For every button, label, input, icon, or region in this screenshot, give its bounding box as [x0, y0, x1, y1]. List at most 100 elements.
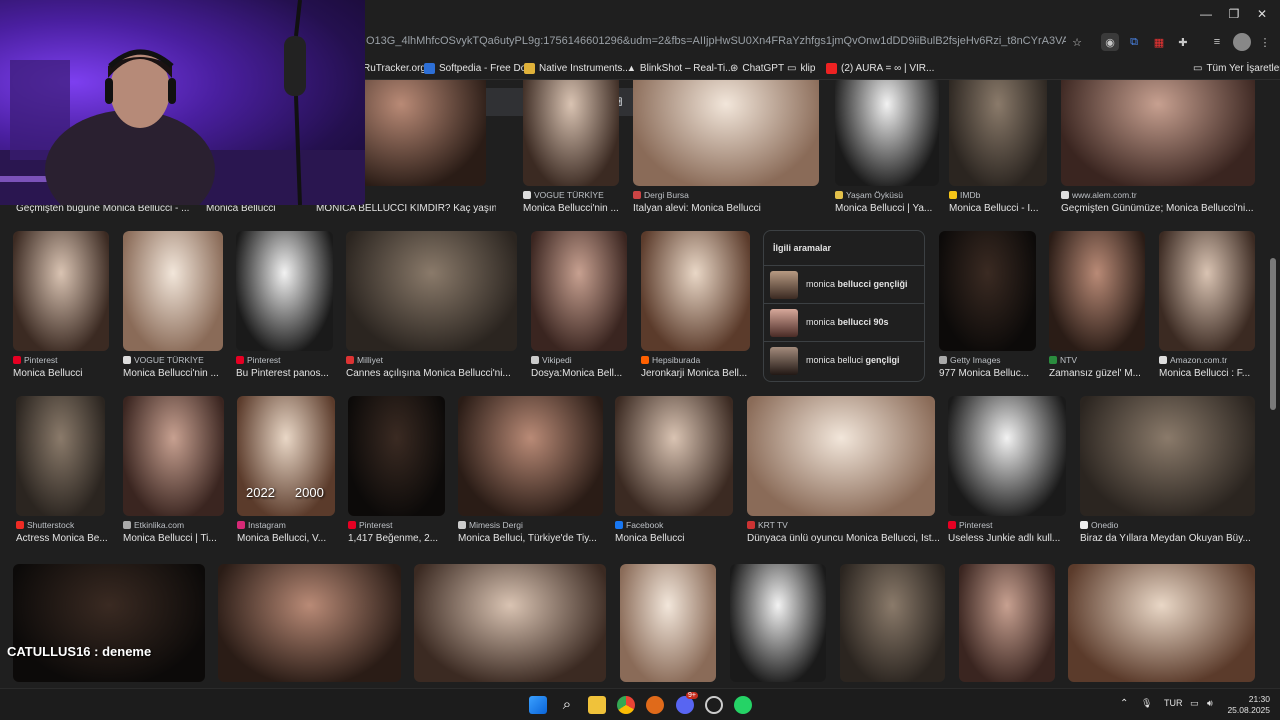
result-title[interactable]: Bu Pinterest panos... — [236, 368, 343, 379]
result-title[interactable]: Monica Belluci, Türkiye'de Tiy... — [458, 533, 613, 544]
result-source[interactable]: Mimesis Dergi — [458, 520, 523, 530]
result-source[interactable]: www.alem.com.tr — [1061, 190, 1137, 200]
result-source[interactable]: Instagram — [237, 520, 286, 530]
result-thumbnail[interactable] — [1068, 564, 1255, 682]
result-thumbnail[interactable] — [730, 564, 826, 682]
star-icon[interactable]: ☆ — [1068, 33, 1086, 51]
result-thumbnail[interactable] — [641, 231, 750, 351]
result-thumbnail[interactable] — [1061, 80, 1255, 186]
file-explorer-icon[interactable] — [588, 696, 606, 714]
bookmark-item[interactable]: ▲ BlinkShot – Real-Ti... — [627, 60, 733, 76]
result-source[interactable]: Etkinlika.com — [123, 520, 184, 530]
result-source[interactable]: NTV — [1049, 355, 1077, 365]
result-thumbnail[interactable] — [835, 80, 939, 186]
result-title[interactable]: Zamansız güzel' M... — [1049, 368, 1155, 379]
result-source[interactable]: Milliyet — [346, 355, 383, 365]
result-source[interactable]: Pinterest — [13, 355, 58, 365]
result-source[interactable]: VOGUE TÜRKİYE — [123, 355, 204, 365]
result-title[interactable]: Monica Bellucci - I... — [949, 203, 1057, 214]
result-source[interactable]: VOGUE TÜRKİYE — [523, 190, 604, 200]
start-icon[interactable] — [529, 696, 547, 714]
result-thumbnail[interactable] — [123, 396, 224, 516]
result-title[interactable]: Monica Bellucci — [615, 533, 743, 544]
result-title[interactable]: Monica Bellucci | Ti... — [123, 533, 234, 544]
chevron-up-icon[interactable]: ⌃ — [1120, 698, 1128, 709]
result-thumbnail[interactable] — [414, 564, 606, 682]
result-title[interactable]: İtalyan alevi: Monica Bellucci — [633, 203, 829, 214]
result-title[interactable]: Geçmişten Günümüze; Monica Bellucci'ni..… — [1061, 203, 1265, 214]
result-source[interactable]: Dergi Bursa — [633, 190, 689, 200]
result-title[interactable]: Useless Junkie adlı kull... — [948, 533, 1076, 544]
result-thumbnail[interactable] — [747, 396, 935, 516]
result-thumbnail[interactable] — [458, 396, 603, 516]
result-thumbnail[interactable] — [1049, 231, 1145, 351]
result-thumbnail[interactable] — [959, 564, 1055, 682]
result-source[interactable]: Pinterest — [348, 520, 393, 530]
result-thumbnail[interactable] — [16, 396, 105, 516]
obs-icon[interactable] — [705, 696, 723, 714]
result-thumbnail[interactable] — [1159, 231, 1255, 351]
result-title[interactable]: Dosya:Monica Bell... — [531, 368, 637, 379]
bookmark-item[interactable]: RuTracker.org — [363, 60, 426, 76]
result-title[interactable]: Monica Bellucci'nin ... — [523, 203, 629, 214]
clock[interactable]: 21:30 25.08.2025 — [1226, 694, 1270, 716]
result-title[interactable]: Cannes açılışına Monica Bellucci'ni... — [346, 368, 527, 379]
result-thumbnail[interactable] — [633, 80, 819, 186]
media-icon[interactable]: ≡ — [1208, 33, 1226, 51]
result-source[interactable]: KRT TV — [747, 520, 788, 530]
extension-icon[interactable]: ◉ — [1101, 33, 1119, 51]
result-source[interactable]: Hepsiburada — [641, 355, 700, 365]
result-thumbnail[interactable] — [13, 564, 205, 682]
result-thumbnail[interactable] — [123, 231, 223, 351]
mic-icon[interactable]: 🎙︎ — [1141, 698, 1152, 709]
close-window-button[interactable]: ✕ — [1252, 6, 1272, 22]
related-item[interactable]: monica bellucci 90s — [764, 303, 924, 341]
result-thumbnail[interactable] — [531, 231, 627, 351]
related-item[interactable]: monica bellucci gençliği — [764, 265, 924, 303]
display-icon[interactable]: ▭ — [1190, 698, 1199, 709]
result-thumbnail[interactable] — [620, 564, 716, 682]
result-source[interactable]: Facebook — [615, 520, 663, 530]
bookmark-item[interactable]: Softpedia - Free Do... — [424, 60, 535, 76]
result-thumbnail[interactable] — [939, 231, 1036, 351]
result-thumbnail[interactable] — [523, 80, 619, 186]
result-source[interactable]: Pinterest — [948, 520, 993, 530]
result-title[interactable]: Biraz da Yıllara Meydan Okuyan Büy... — [1080, 533, 1265, 544]
result-source[interactable]: Getty Images — [939, 355, 1001, 365]
result-source[interactable]: Amazon.com.tr — [1159, 355, 1227, 365]
translate-icon[interactable]: ⧉ — [1125, 33, 1143, 51]
whatsapp-icon[interactable] — [734, 696, 752, 714]
result-thumbnail[interactable] — [348, 396, 445, 516]
result-title[interactable]: Monica Bellucci — [13, 368, 119, 379]
result-title[interactable]: Dünyaca ünlü oyuncu Monica Bellucci, İst… — [747, 533, 945, 544]
calendar-extension-icon[interactable]: ▦ — [1150, 33, 1168, 51]
result-thumbnail[interactable] — [949, 80, 1047, 186]
volume-icon[interactable]: 🔊︎ — [1207, 698, 1213, 709]
result-source[interactable]: Pinterest — [236, 355, 281, 365]
result-thumbnail[interactable] — [615, 396, 733, 516]
minimize-button[interactable]: — — [1196, 6, 1216, 22]
chrome-icon[interactable] — [617, 696, 635, 714]
result-title[interactable]: Actress Monica Be... — [16, 533, 115, 544]
result-thumbnail[interactable] — [840, 564, 945, 682]
result-title[interactable]: Monica Bellucci | Ya... — [835, 203, 949, 214]
result-thumbnail[interactable] — [13, 231, 109, 351]
result-thumbnail[interactable] — [1080, 396, 1255, 516]
result-title[interactable]: 1,417 Beğenme, 2... — [348, 533, 455, 544]
url-text[interactable]: O13G_4lhMhfcOSvykTQa6utyPL9g:17561466012… — [366, 35, 1066, 51]
result-source[interactable]: Vikipedi — [531, 355, 572, 365]
menu-dots-icon[interactable]: ⋮ — [1256, 33, 1274, 51]
scrollbar[interactable] — [1270, 258, 1276, 410]
brave-icon[interactable] — [646, 696, 664, 714]
search-icon[interactable]: ⌕ — [558, 696, 576, 714]
result-source[interactable]: Yaşam Öyküsü — [835, 190, 903, 200]
all-bookmarks[interactable]: ▭ Tüm Yer İşaretleri — [1193, 60, 1280, 76]
result-title[interactable]: Monica Bellucci : F... — [1159, 368, 1265, 379]
puzzle-icon[interactable]: ✚ — [1174, 33, 1192, 51]
result-source[interactable]: IMDb — [949, 190, 980, 200]
related-item[interactable]: monica belluci gençligi — [764, 341, 924, 379]
result-thumbnail[interactable] — [346, 231, 517, 351]
result-title[interactable]: 977 Monica Belluc... — [939, 368, 1046, 379]
result-source[interactable]: Shutterstock — [16, 520, 74, 530]
result-thumbnail[interactable] — [236, 231, 333, 351]
